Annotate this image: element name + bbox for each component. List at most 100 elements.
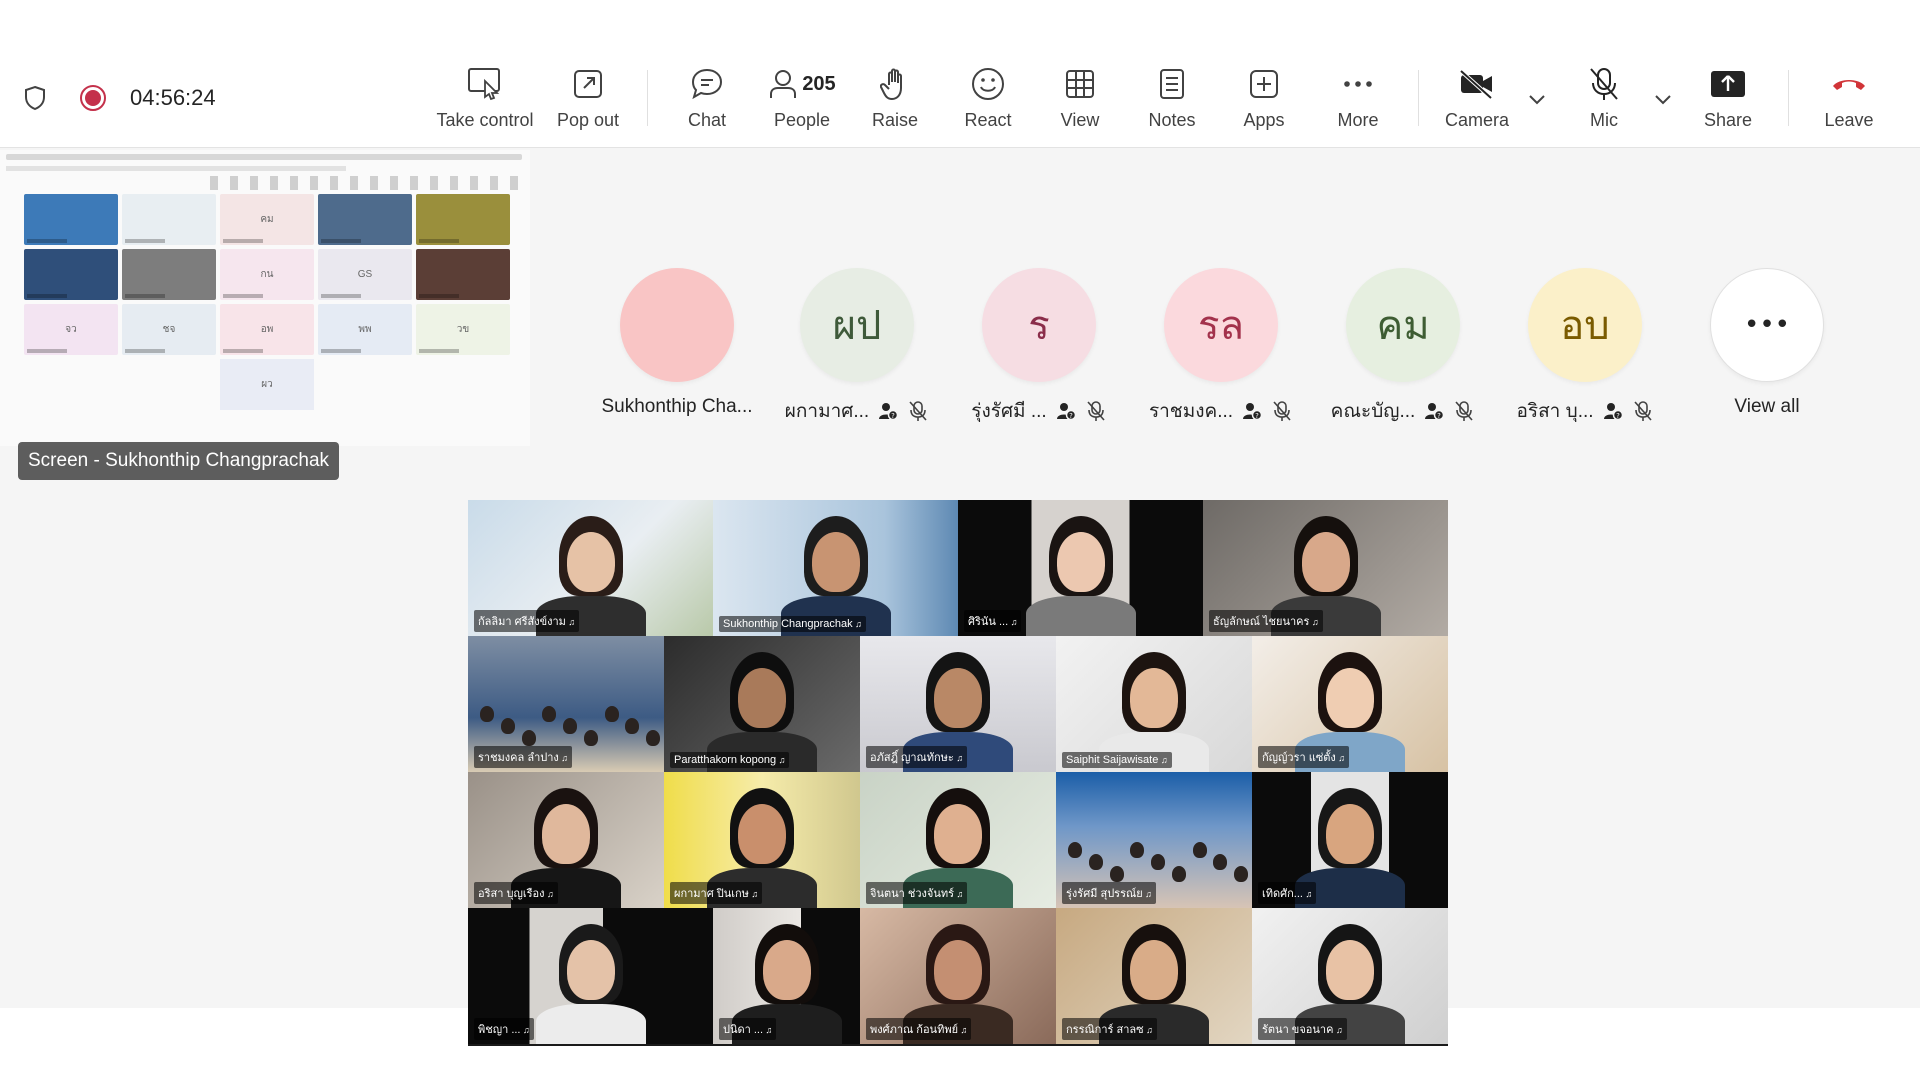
more-dots-icon (1342, 62, 1374, 106)
participant-video-tile[interactable]: กัญญ์วรา แซ่ตั้ง (1252, 636, 1448, 772)
mic-label: Mic (1590, 110, 1618, 130)
shield-icon[interactable] (20, 83, 50, 113)
participant-video-tile[interactable]: เทิดศัก... (1252, 772, 1448, 908)
video-participant-name: พงศ์ภาณ ก้อนทิพย์ (866, 1018, 972, 1040)
participant-avatar: อบ (1528, 268, 1642, 382)
camera-button[interactable]: Camera (1440, 62, 1514, 138)
participant-video-tile[interactable]: กรรณิการ์ สาลซ (1056, 908, 1252, 1044)
video-participant-name: ศิรินัน ... (964, 610, 1022, 632)
video-row: พิชญา ... ปนิดา ... พงศ์ภาณ ก้อนทิพย์ กรรณิ… (468, 908, 1448, 1044)
video-participant-name: รัตนา ขจอนาค (1258, 1018, 1347, 1040)
video-participant-name: กัลลิมา ศรีสังข์งาม (474, 610, 580, 632)
participant-bubble[interactable]: ผปผกามาศ...? (767, 268, 947, 426)
view-button[interactable]: View (1048, 62, 1112, 138)
participant-video-tile[interactable]: ธัญลักษณ์ ไชยนาคร (1203, 500, 1448, 636)
notes-button[interactable]: Notes (1140, 62, 1204, 138)
participant-video-tile[interactable]: รุ่งรัศมี สุปรรณ์ย (1056, 772, 1252, 908)
mic-off-icon (1587, 62, 1621, 106)
participant-video-tile[interactable]: พงศ์ภาณ ก้อนทิพย์ (860, 908, 1056, 1044)
pop-out-icon (572, 62, 604, 106)
participant-bubble[interactable]: รรุ่งรัศมี ...? (949, 268, 1129, 426)
video-participant-name: กรรณิการ์ สาลซ (1062, 1018, 1157, 1040)
mic-button[interactable]: Mic (1576, 62, 1632, 138)
mini-tile: คม (220, 194, 314, 245)
leave-label: Leave (1824, 110, 1874, 130)
recording-icon (78, 83, 108, 113)
svg-text:?: ? (891, 412, 895, 420)
raise-hand-button[interactable]: Raise (862, 62, 928, 138)
people-icon-group: 205 (768, 62, 836, 106)
add-app-icon (1248, 62, 1280, 106)
participant-bubble[interactable]: คม คณะบัญ...? (1313, 268, 1493, 426)
apps-label: Apps (1243, 110, 1285, 130)
people-label: People (773, 110, 831, 130)
leave-button[interactable]: Leave (1816, 62, 1882, 138)
video-participant-name: อภัสฎิ์ ญาณทักษะ (866, 746, 968, 768)
participant-video-tile[interactable]: จินตนา ช่วงจันทร์ (860, 772, 1056, 908)
take-control-button[interactable]: Take control (432, 62, 538, 138)
participant-bubble[interactable]: Sukhonthip Cha... (587, 268, 767, 418)
shared-window-toolbar (210, 176, 520, 190)
video-participant-name: อริสา บุญเรือง (474, 882, 558, 904)
chat-button[interactable]: Chat (672, 62, 742, 138)
participant-video-tile[interactable]: Paratthakorn kopong (664, 636, 860, 772)
svg-text:?: ? (1069, 412, 1073, 420)
svg-text:?: ? (1437, 412, 1441, 420)
video-participant-name: พิชญา ... (474, 1018, 534, 1040)
grid-view-icon (1064, 62, 1096, 106)
video-participant-name: ราชมงคล ลำปาง (474, 746, 573, 768)
participant-video-tile[interactable]: พิชญา ... (468, 908, 713, 1044)
participant-video-tile[interactable]: Sukhonthip Changprachak (713, 500, 958, 636)
view-all-participants[interactable]: ••• View all (1677, 268, 1857, 418)
react-button[interactable]: React (954, 62, 1022, 138)
chat-icon (690, 62, 724, 106)
participant-name: คณะบัญ... (1330, 401, 1416, 422)
camera-options-chevron-down-icon[interactable] (1526, 88, 1548, 110)
mini-tile (122, 194, 216, 245)
mini-tile (416, 194, 510, 245)
mic-muted-icon (1085, 400, 1107, 422)
participant-video-tile[interactable]: ปนิดา ... (713, 908, 860, 1044)
participant-bubble[interactable]: อบ อริสา บุ...? (1495, 268, 1675, 426)
participant-name-row: คณะบัญ...? (1331, 396, 1476, 426)
participant-name: Sukhonthip Cha... (601, 396, 753, 417)
share-screen-icon (1710, 62, 1746, 106)
participant-avatar: ผป (800, 268, 914, 382)
pop-out-button[interactable]: Pop out (548, 62, 628, 138)
participant-video-tile[interactable]: Saiphit Saijawisate (1056, 636, 1252, 772)
participant-video-tile[interactable]: อริสา บุญเรือง (468, 772, 664, 908)
more-dots-icon: ••• (1710, 268, 1824, 382)
participant-name-row: ผกามาศ...? (785, 396, 929, 426)
mic-muted-icon (1453, 400, 1475, 422)
smiley-icon (971, 62, 1005, 106)
video-row: อริสา บุญเรือง ผกามาศ ปินเกษ จินตนา ช่วงจั… (468, 772, 1448, 908)
svg-text:?: ? (1255, 412, 1259, 420)
svg-text:?: ? (1616, 412, 1620, 420)
notes-icon (1158, 62, 1186, 106)
camera-off-icon (1458, 62, 1496, 106)
more-button[interactable]: More (1324, 62, 1392, 138)
guest-info-icon: ? (1423, 400, 1445, 422)
shared-window-titlebar (6, 154, 522, 160)
participant-bubble[interactable]: รล ราชมงค...? (1131, 268, 1311, 426)
share-button[interactable]: Share (1696, 62, 1760, 138)
participant-video-tile[interactable]: รัตนา ขจอนาค (1252, 908, 1448, 1044)
participant-video-tile[interactable]: ศิรินัน ... (958, 500, 1203, 636)
participant-name: รุ่งรัศมี ... (971, 401, 1047, 422)
people-button[interactable]: 205 People (756, 62, 848, 138)
apps-button[interactable]: Apps (1232, 62, 1296, 138)
guest-info-icon: ? (1241, 400, 1263, 422)
video-row: ราชมงคล ลำปาง Paratthakorn kopong อภัสฎิ์ … (468, 636, 1448, 772)
participant-video-tile[interactable]: กัลลิมา ศรีสังข์งาม (468, 500, 713, 636)
video-participant-name: เทิดศัก... (1258, 882, 1317, 904)
share-label: Share (1703, 110, 1753, 130)
participant-video-tile[interactable]: ราชมงคล ลำปาง (468, 636, 664, 772)
notes-label: Notes (1148, 110, 1196, 130)
take-control-icon (467, 62, 503, 106)
camera-label: Camera (1444, 110, 1510, 130)
mini-tile (318, 194, 412, 245)
participant-video-tile[interactable]: ผกามาศ ปินเกษ (664, 772, 860, 908)
more-label: More (1337, 110, 1379, 130)
mic-options-chevron-down-icon[interactable] (1652, 88, 1674, 110)
participant-video-tile[interactable]: อภัสฎิ์ ญาณทักษะ (860, 636, 1056, 772)
